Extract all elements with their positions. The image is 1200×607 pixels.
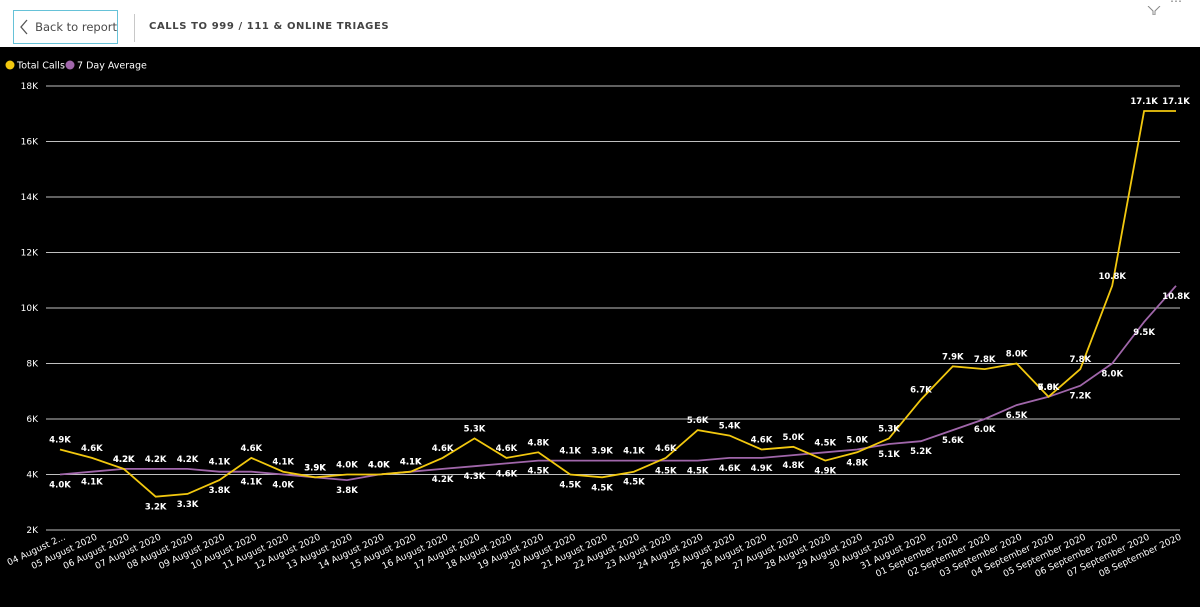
y-tick-label: 2K [26, 526, 39, 536]
data-label: 4.1K [240, 478, 262, 488]
data-label: 4.2K [432, 475, 454, 485]
data-label: 5.3K [878, 424, 900, 434]
data-label: 5.0K [783, 433, 805, 443]
data-label: 10.8K [1098, 272, 1126, 282]
data-label: 9.5K [1133, 328, 1155, 338]
data-label: 4.1K [209, 458, 231, 468]
legend-entry: 7 Day Average [77, 61, 147, 72]
data-label: 6.5K [1006, 411, 1028, 421]
data-label: 5.4K [719, 422, 741, 432]
data-label: 4.1K [559, 447, 581, 457]
y-tick-label: 4K [26, 471, 39, 481]
legend-swatch [5, 60, 15, 70]
data-label: 4.3K [464, 472, 486, 482]
data-label: 4.8K [783, 461, 805, 471]
data-label: 8.0K [1101, 370, 1123, 380]
legend-entry: Total Calls [16, 61, 65, 72]
data-label: 4.8K [846, 458, 868, 468]
data-label: 3.2K [145, 503, 167, 513]
data-label: 4.5K [623, 478, 645, 488]
y-tick-label: 14K [21, 193, 39, 203]
line-chart: 2K 4K 6K 8K 10K 12K 14K 16K 18K Total Calls 7 Day … [0, 47, 1200, 607]
y-tick-label: 16K [21, 138, 39, 148]
data-label: 8.0K [1006, 350, 1028, 360]
data-label: 17.1K [1130, 97, 1158, 107]
data-label: 4.2K [145, 455, 167, 465]
back-button-label: Back to report [35, 20, 117, 34]
data-label: 4.9K [751, 464, 773, 474]
page-title: CALLS TO 999 / 111 & ONLINE TRIAGES [149, 21, 390, 32]
back-to-report-button[interactable]: Back to report [13, 10, 118, 44]
data-label: 4.2K [113, 455, 135, 465]
data-label: 4.6K [432, 444, 454, 454]
data-label: 5.2K [910, 447, 932, 457]
data-label: 4.5K [814, 438, 836, 448]
data-label: 4.1K [272, 458, 294, 468]
data-label: 7.0K [1038, 383, 1060, 393]
data-label: 4.8K [527, 438, 549, 448]
data-label: 17.1K [1162, 97, 1190, 107]
data-label: 4.0K [272, 481, 294, 491]
series-line [59, 110, 1176, 498]
y-tick-label: 12K [21, 249, 39, 259]
series-line [59, 285, 1177, 482]
data-label: 3.9K [591, 447, 613, 457]
data-label: 3.8K [209, 486, 231, 496]
data-label: 4.6K [655, 444, 677, 454]
data-label: 4.9K [49, 436, 71, 446]
data-label: 4.1K [400, 458, 422, 468]
data-label: 5.3K [464, 424, 486, 434]
data-label: 4.5K [687, 467, 709, 477]
data-label: 4.5K [559, 481, 581, 491]
data-label: 4.5K [591, 483, 613, 493]
y-tick-label: 10K [21, 304, 39, 314]
data-label: 4.5K [527, 467, 549, 477]
filter-icon[interactable] [1147, 0, 1161, 16]
data-label: 4.1K [81, 478, 103, 488]
data-label: 3.8K [336, 486, 358, 496]
data-label: 4.1K [623, 447, 645, 457]
data-label: 4.6K [81, 444, 103, 454]
y-tick-label: 6K [26, 415, 39, 425]
data-label: 7.9K [942, 352, 964, 362]
data-label: 3.3K [177, 500, 199, 510]
data-label: 5.1K [878, 450, 900, 460]
report-header: Back to report CALLS TO 999 / 111 & ONLI… [0, 0, 1200, 47]
y-tick-label: 18K [21, 82, 39, 92]
data-label: 4.6K [719, 464, 741, 474]
data-label: 4.2K [177, 455, 199, 465]
data-label: 4.5K [655, 467, 677, 477]
data-label: 6.0K [974, 425, 996, 435]
data-label: 10.8K [1162, 292, 1190, 302]
data-label: 5.6K [942, 436, 964, 446]
legend-swatch [65, 60, 75, 70]
data-label: 3.9K [304, 463, 326, 473]
data-label: 7.8K [974, 355, 996, 365]
data-label: 7.8K [1070, 355, 1092, 365]
data-label: 4.0K [368, 461, 390, 471]
data-label: 4.9K [814, 467, 836, 477]
data-label: 5.0K [846, 436, 868, 446]
data-label: 4.0K [49, 481, 71, 491]
data-label: 4.6K [496, 469, 518, 479]
header-divider [134, 14, 135, 42]
data-label: 7.2K [1070, 392, 1092, 402]
data-label: 4.6K [751, 436, 773, 446]
chevron-left-icon [16, 10, 31, 44]
chart-canvas: 2K 4K 6K 8K 10K 12K 14K 16K 18K Total Calls 7 Day … [5, 60, 1190, 580]
more-options-icon[interactable]: ⋯ [1170, 0, 1183, 8]
y-tick-label: 8K [26, 360, 39, 370]
data-label: 6.7K [910, 386, 932, 396]
data-label: 4.6K [496, 444, 518, 454]
data-label: 5.6K [687, 416, 709, 426]
data-label: 4.0K [336, 461, 358, 471]
data-label: 4.6K [240, 444, 262, 454]
